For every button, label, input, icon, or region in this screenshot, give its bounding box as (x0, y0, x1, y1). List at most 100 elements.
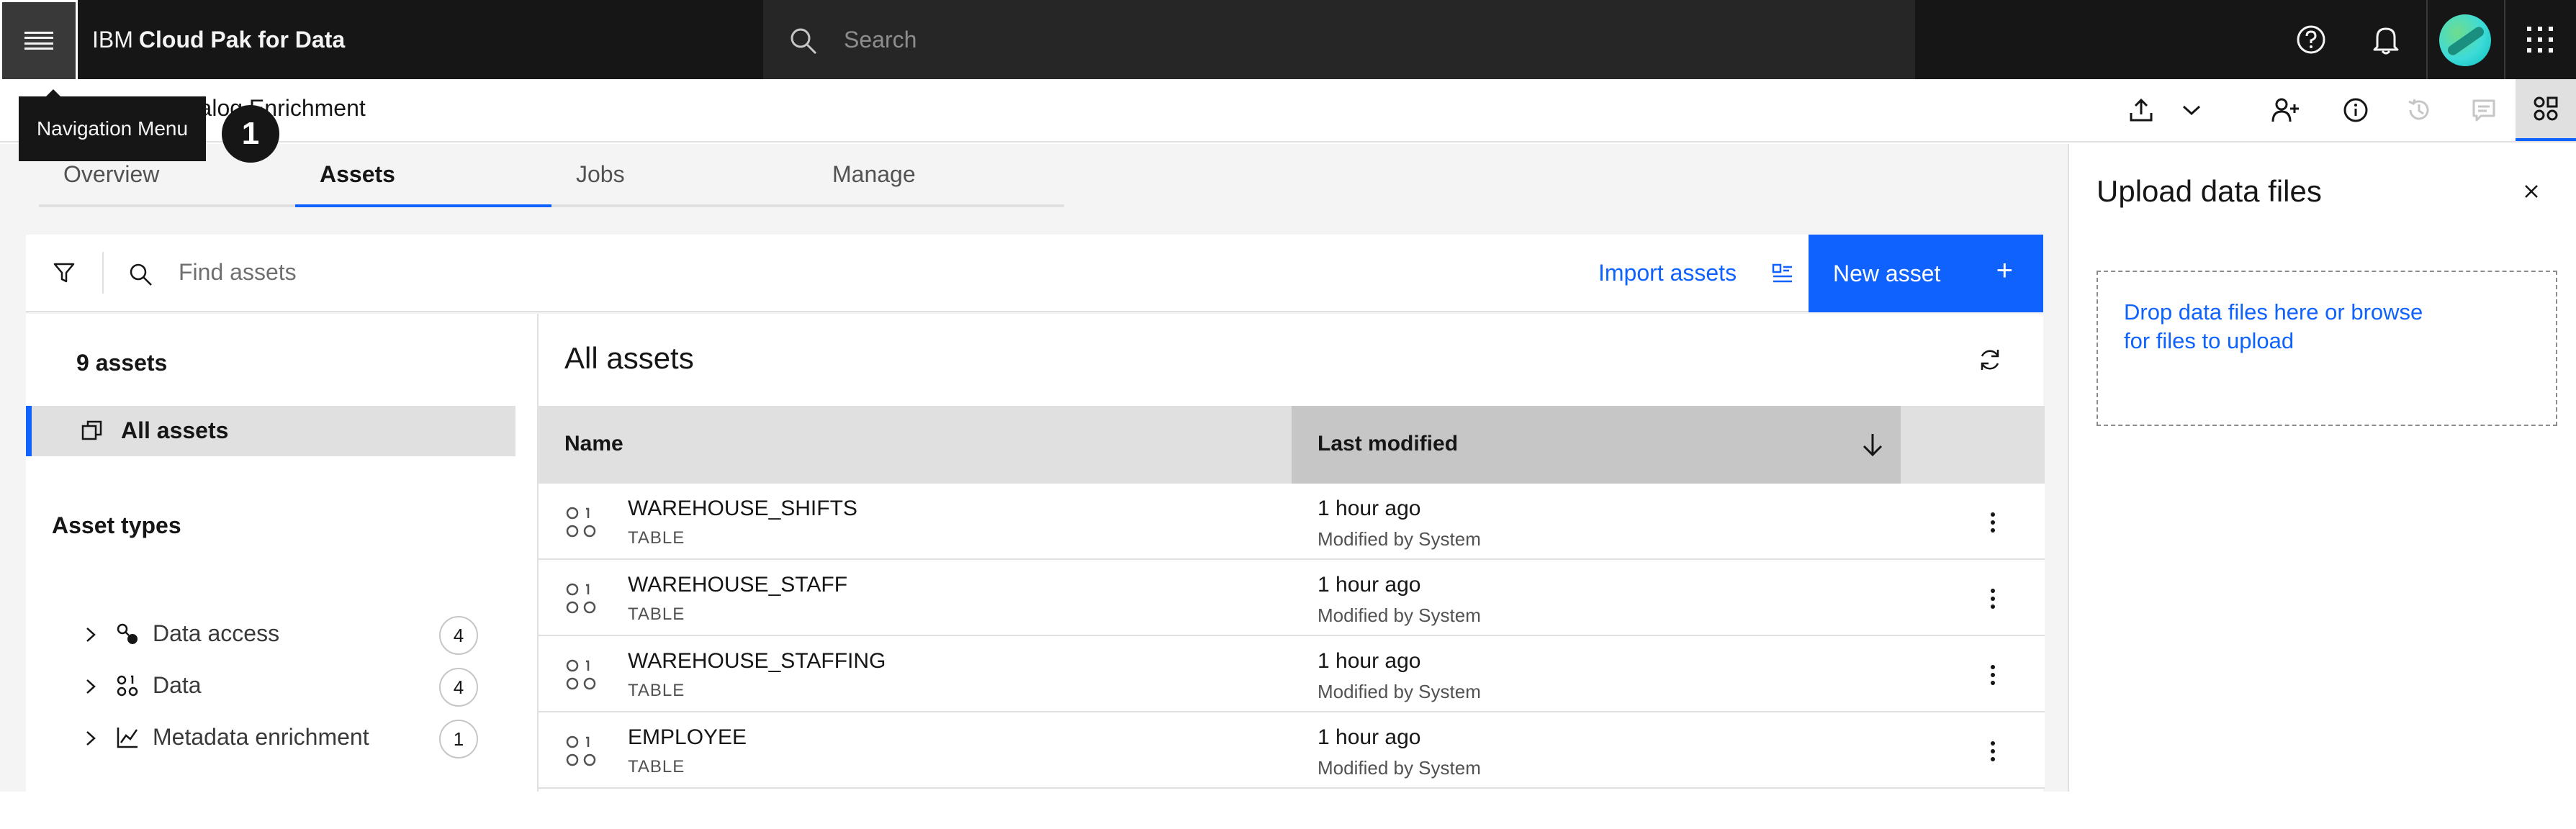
sidebar-item-label: Data access (153, 620, 280, 646)
tab-assets[interactable]: Assets (295, 144, 551, 207)
table-row[interactable]: WAREHOUSE_STAFF TABLE 1 hour ago Modifie… (539, 560, 2045, 636)
table-title: All assets (564, 341, 694, 375)
step-number-badge: 1 (222, 105, 279, 163)
help-icon (2297, 25, 2325, 54)
copy-icon (81, 420, 102, 440)
search-icon (791, 28, 817, 55)
new-asset-button[interactable]: New asset + (1809, 235, 2043, 312)
modified-by: Modified by System (1318, 604, 1481, 626)
modified-by: Modified by System (1318, 757, 1481, 779)
asset-type: TABLE (628, 757, 685, 776)
import-assets-button[interactable]: Import assets (1598, 235, 1809, 311)
app-switcher-icon (2527, 27, 2553, 53)
overflow-menu-button[interactable] (1978, 584, 2007, 613)
project-bar: Business Catalog Enrichment (0, 79, 2576, 142)
avatar[interactable] (2439, 14, 2491, 66)
global-search-input[interactable]: Search (763, 0, 1915, 79)
sidebar-item-data[interactable]: Data 4 (26, 661, 530, 711)
column-header-last-modified[interactable]: Last modified (1292, 406, 1901, 484)
sidebar-item-metadata-enrichment[interactable]: Metadata enrichment 1 (26, 712, 530, 763)
menu-icon (24, 31, 53, 50)
overflow-menu-icon (1991, 589, 1995, 609)
refresh-icon[interactable] (1977, 347, 2003, 373)
asset-type: TABLE (628, 681, 685, 700)
count-badge: 1 (439, 720, 478, 758)
import-icon (1772, 263, 1792, 283)
brand-prefix: IBM (92, 26, 133, 53)
asset-name-link[interactable]: WAREHOUSE_STAFF (628, 573, 847, 597)
overflow-menu-button[interactable] (1978, 737, 2007, 766)
asset-name-link[interactable]: WAREHOUSE_SHIFTS (628, 497, 857, 521)
modified-by: Modified by System (1318, 681, 1481, 702)
import-assets-label: Import assets (1598, 259, 1737, 286)
upload-data-files-panel: Upload data files Drop data files here o… (2068, 144, 2576, 792)
sidebar-item-data-access[interactable]: Data access 4 (26, 609, 530, 659)
add-collaborator-icon (2271, 98, 2299, 122)
asset-types-heading: Asset types (52, 512, 181, 538)
table-row[interactable]: WAREHOUSE_STAFFING TABLE 1 hour ago Modi… (539, 636, 2045, 712)
navigation-menu-button[interactable] (0, 0, 78, 79)
product-name[interactable]: IBM Cloud Pak for Data (92, 0, 345, 79)
header-divider (2426, 0, 2428, 79)
notifications-button[interactable] (2348, 0, 2423, 79)
chevron-right-icon (86, 679, 96, 694)
upload-options-button[interactable] (2163, 79, 2220, 141)
tab-manage[interactable]: Manage (808, 144, 1064, 207)
add-collaborator-button[interactable] (2253, 79, 2317, 141)
panel-title: Upload data files (2097, 174, 2322, 208)
help-button[interactable] (2274, 0, 2348, 79)
sidebar-item-label: Metadata enrichment (153, 724, 369, 750)
tab-jobs[interactable]: Jobs (551, 144, 808, 207)
brand-name: Cloud Pak for Data (138, 26, 346, 53)
overflow-menu-icon (1991, 512, 1995, 533)
upload-icon (2130, 98, 2153, 122)
comments-button[interactable] (2452, 79, 2516, 141)
data-assets-panel-button[interactable] (2516, 79, 2576, 141)
chevron-right-icon (86, 731, 96, 746)
sort-descending-icon (1863, 434, 1883, 457)
assets-table-panel: All assets Name Last modified WAREHOUSE_… (537, 314, 2045, 792)
toolbar-divider (102, 252, 104, 294)
filter-button[interactable] (26, 235, 102, 311)
table-asset-icon (566, 659, 596, 690)
last-modified: 1 hour ago (1318, 573, 1421, 597)
column-header-name[interactable]: Name (564, 432, 623, 456)
asset-type: TABLE (628, 528, 685, 548)
sidebar-item-label: All assets (121, 417, 229, 443)
asset-type: TABLE (628, 604, 685, 624)
global-header: IBM Cloud Pak for Data Search (0, 0, 2576, 79)
avatar-graphic (2446, 24, 2486, 58)
table-asset-icon (566, 735, 596, 766)
asset-name-link[interactable]: WAREHOUSE_STAFFING (628, 649, 886, 674)
comment-icon (2472, 99, 2495, 122)
table-header: Name Last modified (539, 406, 2045, 484)
info-icon (2343, 98, 2368, 122)
sidebar-item-all-assets[interactable]: All assets (26, 406, 515, 456)
overflow-menu-button[interactable] (1978, 508, 2007, 537)
file-drop-zone[interactable]: Drop data files here or browse for files… (2097, 271, 2557, 426)
main-content: Overview Assets Jobs Manage Find assets … (0, 144, 2068, 792)
column-header-label: Last modified (1318, 432, 1459, 456)
app-switcher-button[interactable] (2504, 0, 2576, 79)
search-placeholder: Search (844, 26, 917, 53)
modified-by: Modified by System (1318, 528, 1481, 550)
find-assets-input[interactable]: Find assets (179, 259, 297, 286)
data-icon (117, 675, 138, 697)
project-info-button[interactable] (2324, 79, 2387, 141)
table-row[interactable]: WAREHOUSE_SHIFTS TABLE 1 hour ago Modifi… (539, 484, 2045, 560)
chevron-down-icon (2182, 105, 2201, 116)
asset-name-link[interactable]: EMPLOYEE (628, 725, 747, 750)
assets-toolbar: Find assets Import assets New asset + (26, 235, 2043, 312)
new-asset-label: New asset (1833, 260, 1941, 286)
close-icon[interactable] (2523, 183, 2540, 200)
browse-files-link[interactable]: Drop data files here or browse for files… (2124, 298, 2426, 355)
notification-icon (2373, 27, 2399, 55)
sidebar-item-data-access[interactable] (26, 779, 530, 829)
sidebar-item-label: Data (153, 672, 202, 698)
navigation-menu-tooltip: Navigation Menu (19, 89, 206, 161)
table-row[interactable]: EMPLOYEE TABLE 1 hour ago Modified by Sy… (539, 712, 2045, 789)
overflow-menu-button[interactable] (1978, 661, 2007, 689)
history-button[interactable] (2387, 79, 2451, 141)
chevron-right-icon (86, 628, 96, 642)
last-modified: 1 hour ago (1318, 649, 1421, 673)
